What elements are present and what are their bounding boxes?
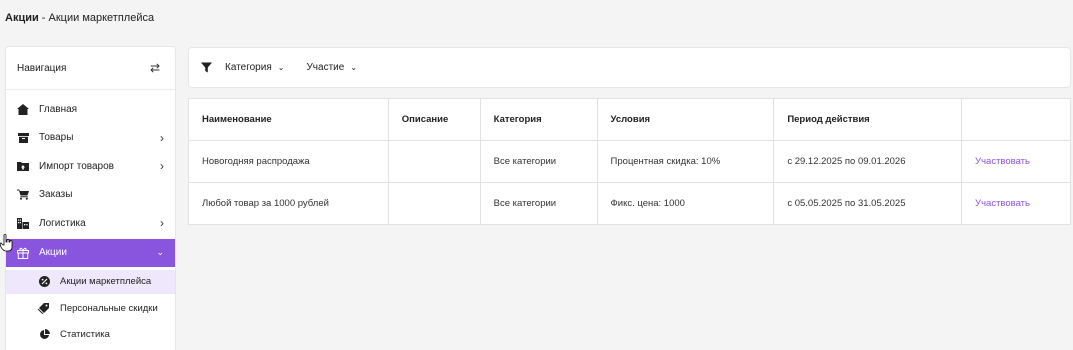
sidebar-item-label: Товары	[39, 132, 74, 144]
sidebar: Навигация ⇄ Главная Товары › Импорт това…	[5, 46, 176, 350]
cell-category: Все категории	[479, 182, 598, 225]
table-row: Новогодняя распродажа Все категории Проц…	[188, 140, 1071, 183]
pie-chart-icon	[37, 328, 51, 342]
chevron-down-icon: ⌄	[350, 63, 358, 72]
sidebar-subitem-personal-discounts[interactable]: Персональные скидки	[6, 296, 175, 322]
table-header-row: Наименование Описание Категория Условия …	[188, 98, 1071, 141]
swap-arrows-icon[interactable]: ⇄	[150, 61, 160, 75]
sidebar-subitem-label: Статистика	[60, 329, 110, 340]
participate-link[interactable]: Участвовать	[975, 198, 1030, 209]
chevron-down-icon: ⌄	[156, 247, 164, 257]
filter-bar: Категория ⌄ Участие ⌄	[188, 47, 1071, 88]
cell-description	[387, 140, 481, 183]
folder-upload-icon	[16, 159, 30, 173]
sidebar-item-promotions[interactable]: Акции ⌄	[6, 238, 175, 267]
chevron-right-icon: ›	[160, 216, 164, 231]
cell-action: Участвовать	[961, 182, 1071, 225]
column-header-conditions: Условия	[596, 98, 775, 141]
sidebar-item-products[interactable]: Товары ›	[6, 124, 175, 153]
cell-description	[387, 182, 481, 225]
warehouse-icon	[16, 216, 30, 230]
participate-link[interactable]: Участвовать	[975, 156, 1030, 167]
sidebar-subitem-marketplace-promotions[interactable]: Акции маркетплейса	[6, 269, 175, 294]
archive-icon	[16, 131, 30, 145]
cell-period: с 29.12.2025 по 09.01.2026	[773, 140, 963, 183]
table-row: Любой товар за 1000 рублей Все категории…	[188, 182, 1071, 225]
cell-period: с 05.05.2025 по 31.05.2025	[773, 182, 963, 225]
chevron-right-icon: ›	[160, 159, 164, 174]
column-header-action	[961, 98, 1071, 141]
column-header-name: Наименование	[188, 98, 389, 141]
column-header-description: Описание	[387, 98, 481, 141]
gift-icon	[16, 246, 30, 260]
sidebar-subitem-label: Персональные скидки	[60, 303, 158, 314]
sidebar-heading: Навигация	[17, 62, 67, 74]
category-filter-label: Категория	[225, 62, 272, 73]
sidebar-subitem-label: Акции маркетплейса	[60, 276, 152, 287]
participation-filter-label: Участие	[306, 62, 345, 73]
cell-conditions: Процентная скидка: 10%	[596, 140, 775, 183]
sidebar-item-orders[interactable]: Заказы	[6, 181, 175, 210]
sidebar-subitem-statistics[interactable]: Статистика	[6, 322, 175, 348]
sidebar-item-label: Заказы	[39, 189, 73, 201]
promotions-table: Наименование Описание Категория Условия …	[188, 98, 1071, 225]
sidebar-item-home[interactable]: Главная	[6, 95, 175, 124]
column-header-period: Период действия	[773, 98, 963, 141]
hand-cursor-icon	[0, 234, 14, 252]
cart-icon	[16, 188, 30, 202]
cell-name: Любой товар за 1000 рублей	[188, 182, 389, 225]
cell-name: Новогодняя распродажа	[188, 140, 389, 183]
sidebar-item-logistics[interactable]: Логистика ›	[6, 209, 175, 238]
cell-action: Участвовать	[961, 140, 1071, 183]
sidebar-item-label: Импорт товаров	[39, 160, 114, 172]
home-icon	[16, 102, 30, 116]
category-filter-dropdown[interactable]: Категория ⌄	[225, 62, 284, 73]
sidebar-item-import[interactable]: Импорт товаров ›	[6, 152, 175, 181]
sidebar-item-label: Главная	[39, 103, 78, 115]
cell-category: Все категории	[479, 140, 598, 183]
column-header-category: Категория	[479, 98, 598, 141]
cell-conditions: Фикс. цена: 1000	[596, 182, 775, 225]
sidebar-item-label: Акции	[39, 247, 67, 258]
percent-badge-icon	[37, 275, 51, 289]
participation-filter-dropdown[interactable]: Участие ⌄	[306, 62, 357, 73]
chevron-right-icon: ›	[160, 130, 164, 145]
page-title-subsection: - Акции маркетплейса	[38, 12, 155, 24]
chevron-down-icon: ⌄	[277, 63, 285, 72]
filter-icon[interactable]	[201, 62, 213, 74]
sidebar-header: Навигация ⇄	[6, 47, 175, 90]
page-title: Акции - Акции маркетплейса	[5, 12, 154, 24]
tags-icon	[37, 302, 51, 316]
page-title-section: Акции	[5, 12, 39, 24]
sidebar-item-label: Логистика	[39, 217, 86, 229]
